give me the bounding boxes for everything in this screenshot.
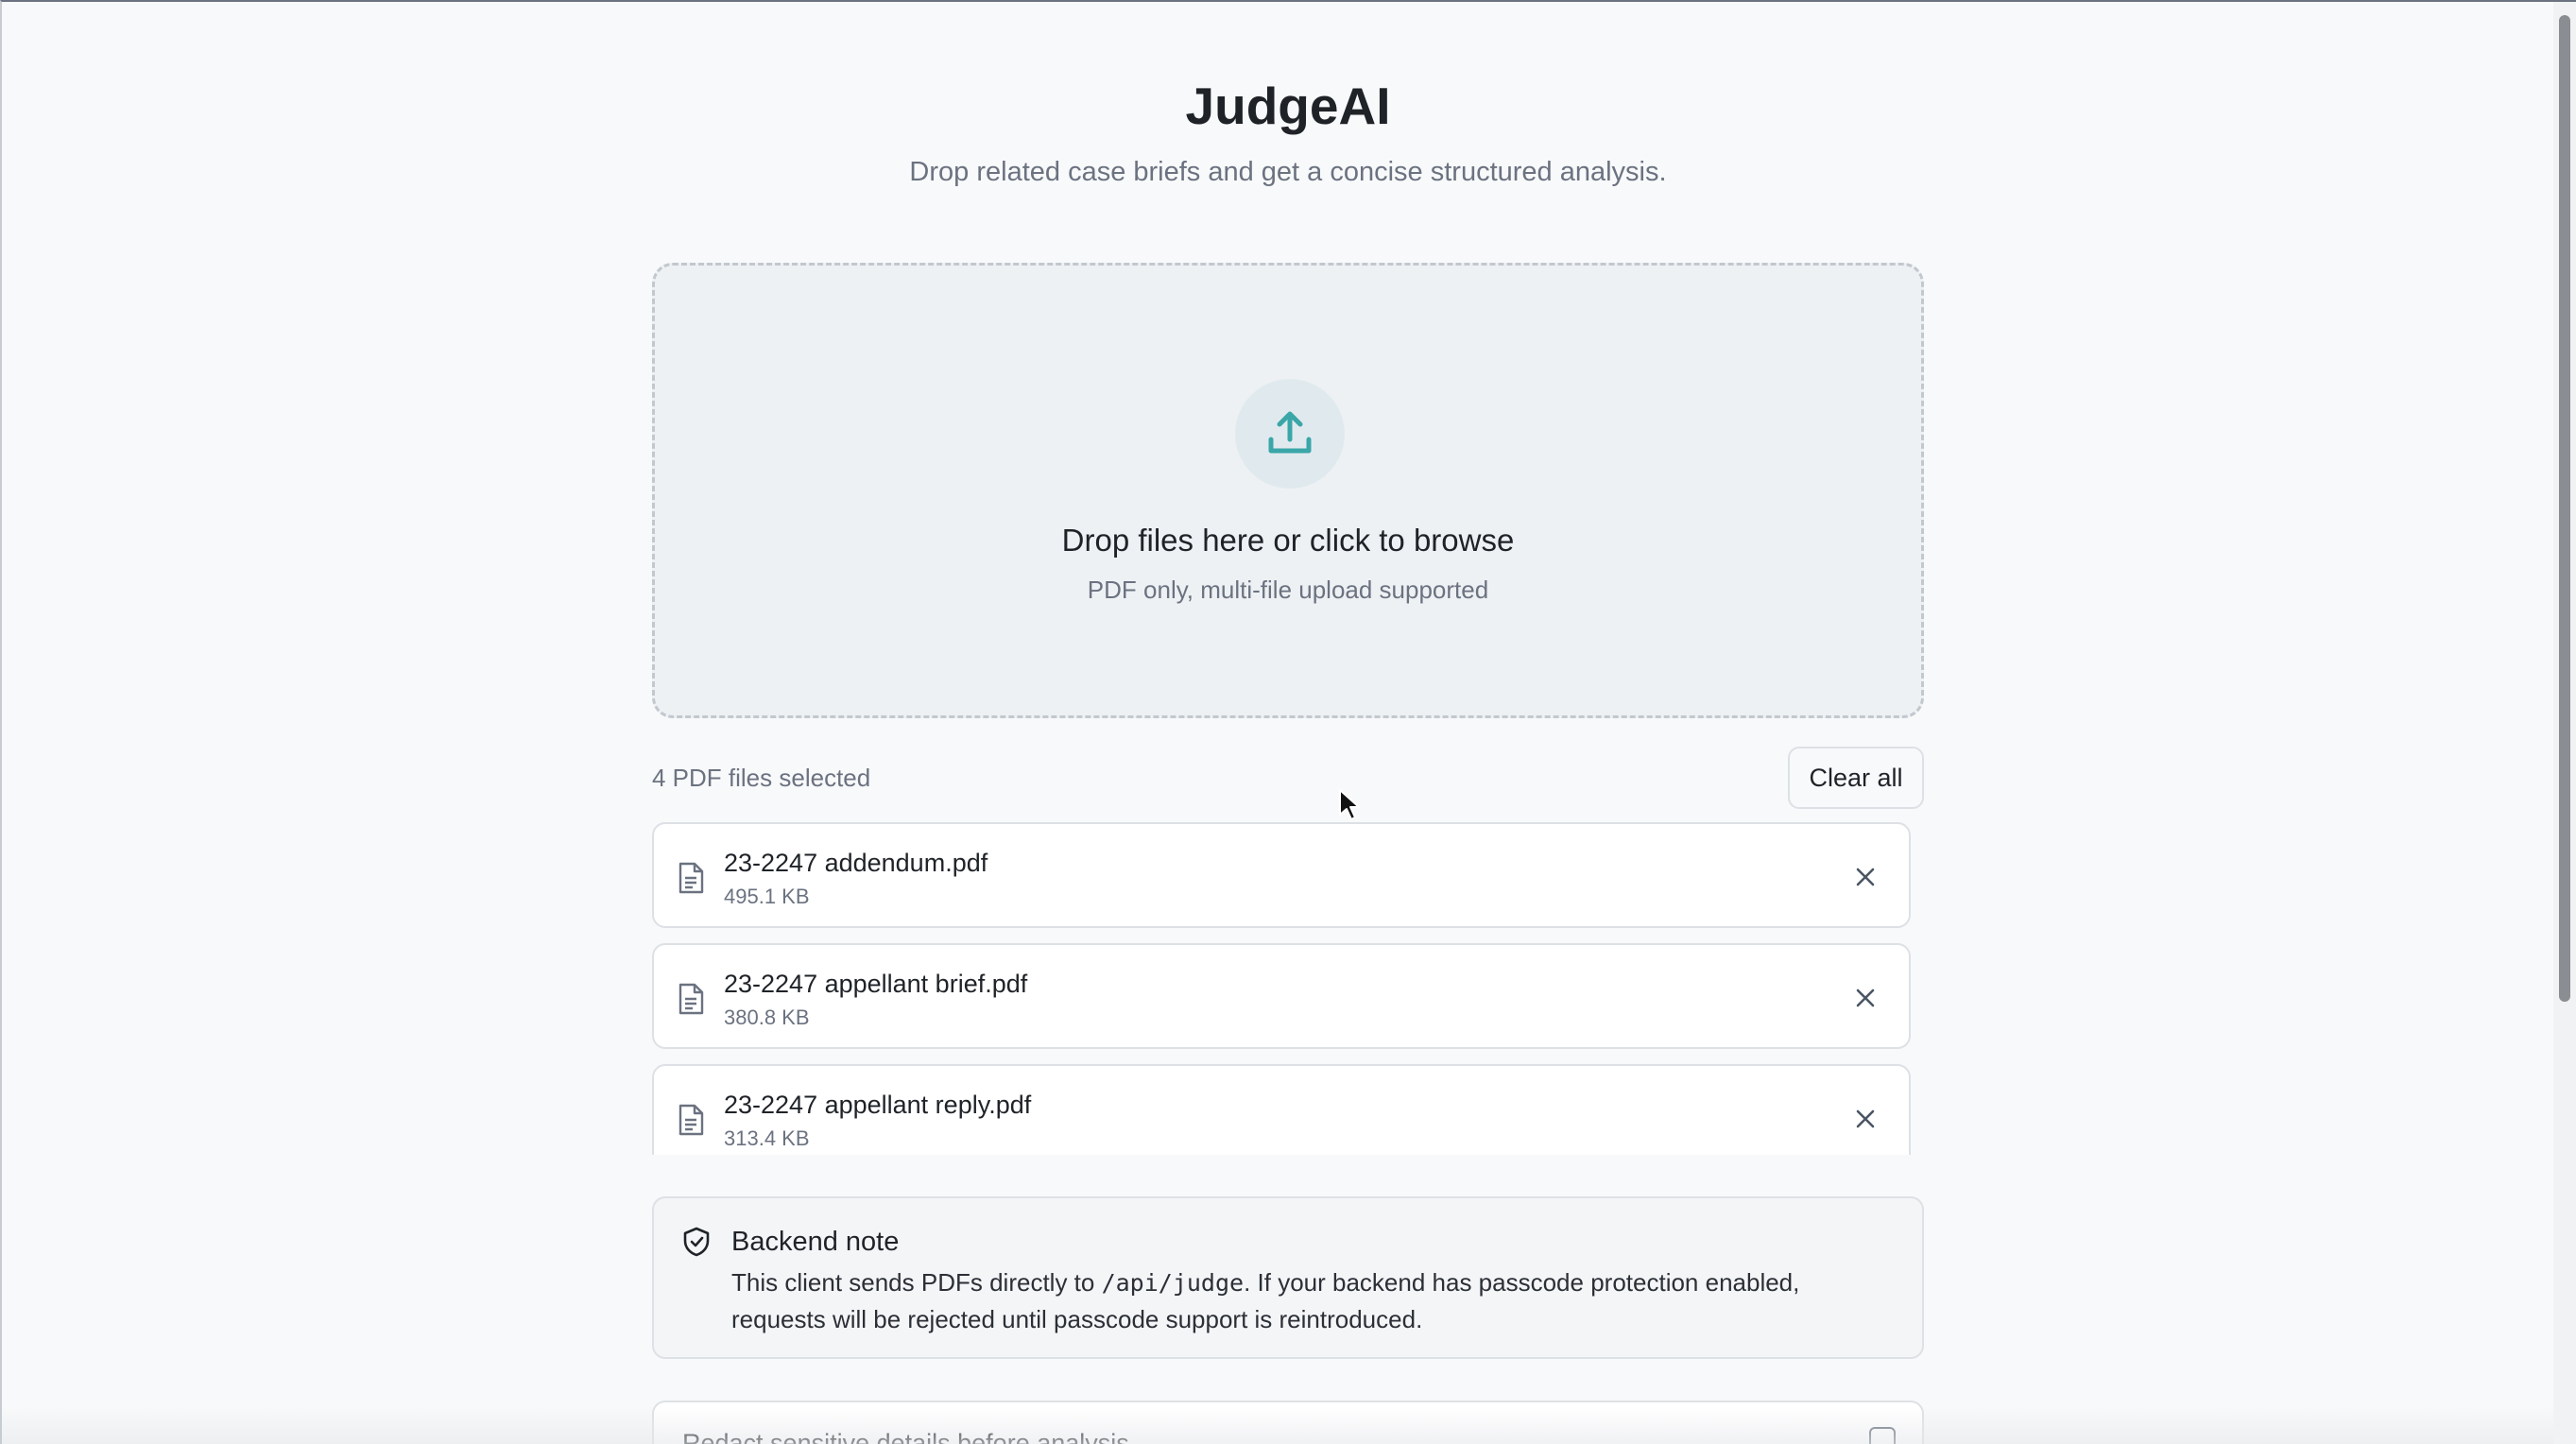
- file-list[interactable]: 23-2247 addendum.pdf 495.1 KB 23-2247 ap…: [652, 822, 1913, 1155]
- files-selected-count: 4 PDF files selected: [652, 764, 871, 792]
- redact-checkbox[interactable]: [1869, 1427, 1896, 1444]
- file-size: 313.4 KB: [724, 1126, 810, 1150]
- page-subtitle: Drop related case briefs and get a conci…: [909, 157, 1667, 187]
- close-icon: [1856, 988, 1875, 1007]
- file-dropzone[interactable]: Drop files here or click to browse PDF o…: [652, 263, 1924, 718]
- page: JudgeAI Drop related case briefs and get…: [0, 0, 2576, 1444]
- clear-all-button[interactable]: Clear all: [1788, 747, 1924, 809]
- close-icon: [1856, 868, 1875, 886]
- note-body: This client sends PDFs directly to /api/…: [731, 1264, 1884, 1337]
- dropzone-hint: PDF only, multi-file upload supported: [1087, 576, 1489, 604]
- file-icon: [678, 1104, 704, 1136]
- file-name: 23-2247 addendum.pdf: [724, 849, 988, 877]
- upload-icon: [1268, 411, 1312, 454]
- scrollbar[interactable]: [2553, 2, 2576, 1444]
- note-body-text: This client sends PDFs directly to: [731, 1268, 1102, 1297]
- remove-file-button[interactable]: [1846, 1100, 1884, 1138]
- note-title: Backend note: [731, 1227, 900, 1257]
- mouse-cursor-icon: [1339, 789, 1360, 820]
- close-icon: [1856, 1109, 1875, 1128]
- file-item: 23-2247 appellant brief.pdf 380.8 KB: [652, 943, 1911, 1049]
- file-name: 23-2247 appellant brief.pdf: [724, 970, 1028, 998]
- page-title: JudgeAI: [1185, 77, 1391, 135]
- file-size: 380.8 KB: [724, 1006, 810, 1029]
- file-item: 23-2247 appellant reply.pdf 313.4 KB: [652, 1064, 1911, 1155]
- remove-file-button[interactable]: [1846, 979, 1884, 1017]
- backend-note: Backend note This client sends PDFs dire…: [652, 1196, 1924, 1359]
- shield-check-icon: [683, 1227, 710, 1257]
- file-icon: [678, 862, 704, 894]
- redact-label: Redact sensitive details before analysis: [682, 1429, 1129, 1444]
- api-endpoint: /api/judge: [1101, 1269, 1245, 1297]
- file-item: 23-2247 addendum.pdf 495.1 KB: [652, 822, 1911, 928]
- file-name: 23-2247 appellant reply.pdf: [724, 1091, 1032, 1119]
- scrollbar-thumb[interactable]: [2559, 15, 2570, 1002]
- remove-file-button[interactable]: [1846, 858, 1884, 896]
- file-icon: [678, 983, 704, 1015]
- upload-icon-circle: [1235, 379, 1345, 489]
- redact-option[interactable]: Redact sensitive details before analysis: [652, 1401, 1924, 1444]
- file-size: 495.1 KB: [724, 885, 810, 908]
- dropzone-title: Drop files here or click to browse: [1061, 523, 1515, 558]
